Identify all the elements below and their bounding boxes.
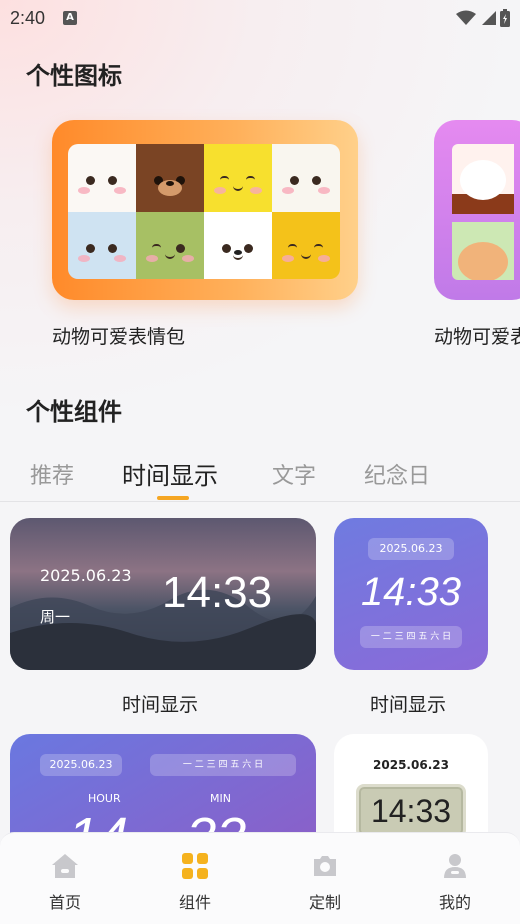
home-icon — [52, 854, 78, 878]
widget-label-1: 时间显示 — [122, 694, 199, 716]
tab-recommend[interactable]: 推荐 — [30, 458, 74, 490]
widget-weekdays: 一 二 三 四 五 六 日 — [360, 626, 462, 648]
nav-customize[interactable]: 定制 — [260, 833, 390, 924]
icon-pack-label-2: 动物可爱表 — [434, 326, 520, 348]
tab-anniversary[interactable]: 纪念日 — [364, 458, 430, 490]
hour-label: HOUR — [88, 792, 121, 805]
blue-face-icon — [68, 211, 136, 279]
icons-section-title: 个性图标 — [26, 62, 122, 90]
status-icons — [456, 9, 510, 27]
widget-tabs: 推荐 时间显示 文字 纪念日 — [0, 452, 520, 502]
green-wink-icon — [136, 211, 204, 279]
emoji-grid — [68, 144, 340, 279]
widget-date-pill: 2025.06.23 — [368, 538, 454, 560]
bear-face-icon — [136, 144, 204, 212]
nav-profile[interactable]: 我的 — [390, 833, 520, 924]
nav-label-profile: 我的 — [438, 893, 471, 912]
grid-icon — [182, 853, 208, 879]
icon-pack-label: 动物可爱表情包 — [52, 326, 186, 348]
time-widget-square[interactable]: 2025.06.23 14:33 一 二 三 四 五 六 日 — [334, 518, 488, 670]
cream-face-icon — [272, 144, 340, 212]
widget-weekday: 周一 — [40, 608, 71, 626]
bottom-navigation: 首页 组件 定制 我的 — [0, 832, 520, 924]
tab-text[interactable]: 文字 — [272, 458, 316, 490]
camera-icon — [314, 856, 336, 876]
nav-label-widgets: 组件 — [178, 893, 211, 912]
battery-icon — [500, 9, 510, 27]
user-icon — [444, 854, 466, 878]
widget-date: 2025.06.23 — [40, 566, 132, 585]
white-face-icon — [68, 144, 136, 212]
hamster-face-icon — [452, 222, 514, 280]
panda-face-icon — [452, 144, 514, 214]
seal-face-icon — [204, 211, 272, 279]
notification-icon: A — [63, 11, 78, 25]
nav-home[interactable]: 首页 — [0, 833, 130, 924]
lcd-time: 14:33 — [370, 793, 452, 829]
widget-weekdays: 一 二 三 四 五 六 日 — [150, 754, 296, 776]
widget-date-pill: 2025.06.23 — [40, 754, 122, 776]
gold-smile-icon — [272, 211, 340, 279]
nav-widgets[interactable]: 组件 — [130, 833, 260, 924]
status-bar: 2:40 A — [0, 0, 520, 36]
widget-label-2: 时间显示 — [370, 694, 447, 716]
status-time: 2:40 — [10, 7, 46, 28]
min-label: MIN — [210, 792, 231, 805]
signal-icon — [482, 11, 496, 25]
wifi-icon — [456, 10, 476, 25]
nav-label-home: 首页 — [48, 893, 81, 912]
nav-label-customize: 定制 — [308, 893, 341, 912]
tab-indicator — [157, 496, 189, 500]
yellow-smile-icon — [204, 144, 272, 212]
time-widget-landscape[interactable]: 2025.06.23 周一 14:33 — [10, 518, 316, 670]
lcd-screen: 14:33 — [356, 784, 466, 838]
widget-time: 14:33 — [360, 570, 462, 614]
widget-time: 14:33 — [162, 568, 273, 617]
icon-pack-card-2[interactable] — [434, 120, 520, 300]
tab-time-display[interactable]: 时间显示 — [122, 456, 218, 491]
icon-pack-card[interactable] — [52, 120, 358, 300]
widget-date: 2025.06.23 — [373, 758, 449, 772]
widgets-section-title: 个性组件 — [26, 398, 122, 426]
